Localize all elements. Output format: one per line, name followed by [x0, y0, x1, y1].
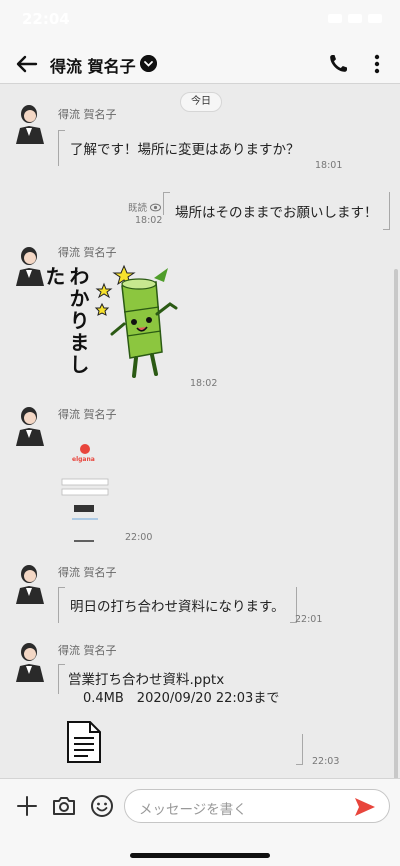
sender-name: 得流 賀名子	[58, 566, 117, 579]
message-time: 18:02	[190, 378, 218, 389]
emoji-icon[interactable]	[89, 793, 115, 819]
sticker[interactable]: わかりました	[42, 264, 182, 384]
screenshot-thumbnail-icon	[61, 444, 109, 542]
sticker-text: わかりました	[42, 266, 90, 376]
message-bubble[interactable]: 了解です！場所に変更はありますか？	[58, 130, 312, 166]
home-indicator[interactable]	[130, 853, 270, 858]
status-system-icons	[328, 14, 382, 23]
message-time: 18:01	[315, 160, 343, 171]
message-text: 場所はそのままでお願いします！	[175, 205, 378, 221]
bamboo-character-icon	[94, 264, 178, 378]
message-bubble[interactable]: 明日の打ち合わせ資料になります。	[58, 587, 297, 623]
sender-name: 得流 賀名子	[58, 408, 117, 421]
avatar[interactable]	[10, 562, 48, 604]
image-attachment[interactable]: elgana	[58, 435, 118, 543]
message-time: 22:00	[125, 532, 153, 543]
file-attachment[interactable]: 営業打ち合わせ資料.pptx 0.4MB 2020/09/20 22:03まで	[58, 664, 318, 766]
file-meta: 0.4MB 2020/09/20 22:03まで	[83, 691, 280, 706]
date-divider: 今日	[180, 92, 222, 112]
camera-icon[interactable]	[51, 793, 77, 819]
message-bubble-own[interactable]: 場所はそのままでお願いします！	[163, 192, 390, 230]
document-icon[interactable]	[64, 720, 104, 764]
chat-area[interactable]: 今日 得流 賀名子 了解です！場所に変更はありますか？ 18:01 既読 18:…	[0, 84, 400, 778]
chat-header: 得流 賀名子	[0, 44, 400, 84]
chevron-down-icon[interactable]	[140, 55, 157, 72]
status-time: 22:04	[22, 10, 70, 28]
message-composer: メッセージを書く	[0, 778, 400, 866]
phone-icon[interactable]	[326, 52, 350, 76]
message-input[interactable]: メッセージを書く	[124, 789, 390, 823]
message-text: 了解です！場所に変更はありますか？	[70, 142, 300, 158]
avatar[interactable]	[10, 102, 48, 144]
preview-brand-label: elgana	[72, 456, 95, 463]
message-time: 22:03	[312, 756, 340, 767]
message-text: 明日の打ち合わせ資料になります。	[70, 599, 285, 615]
read-receipt: 既読	[128, 200, 162, 214]
plus-icon[interactable]	[14, 793, 40, 819]
status-bar: 22:04	[0, 0, 400, 44]
back-arrow-icon[interactable]	[14, 52, 40, 76]
eye-icon	[150, 203, 162, 212]
sender-name: 得流 賀名子	[58, 246, 117, 259]
sender-name: 得流 賀名子	[58, 644, 117, 657]
chat-scrollbar[interactable]	[394, 269, 398, 778]
avatar[interactable]	[10, 404, 48, 446]
message-time: 22:01	[295, 614, 323, 625]
message-input-placeholder: メッセージを書く	[139, 802, 247, 818]
message-time: 18:02	[135, 215, 163, 226]
avatar[interactable]	[10, 640, 48, 682]
more-icon[interactable]	[372, 52, 382, 76]
file-name: 営業打ち合わせ資料.pptx	[68, 672, 225, 688]
send-icon[interactable]	[353, 796, 377, 818]
chat-title[interactable]: 得流 賀名子	[50, 53, 136, 77]
sender-name: 得流 賀名子	[58, 108, 117, 121]
